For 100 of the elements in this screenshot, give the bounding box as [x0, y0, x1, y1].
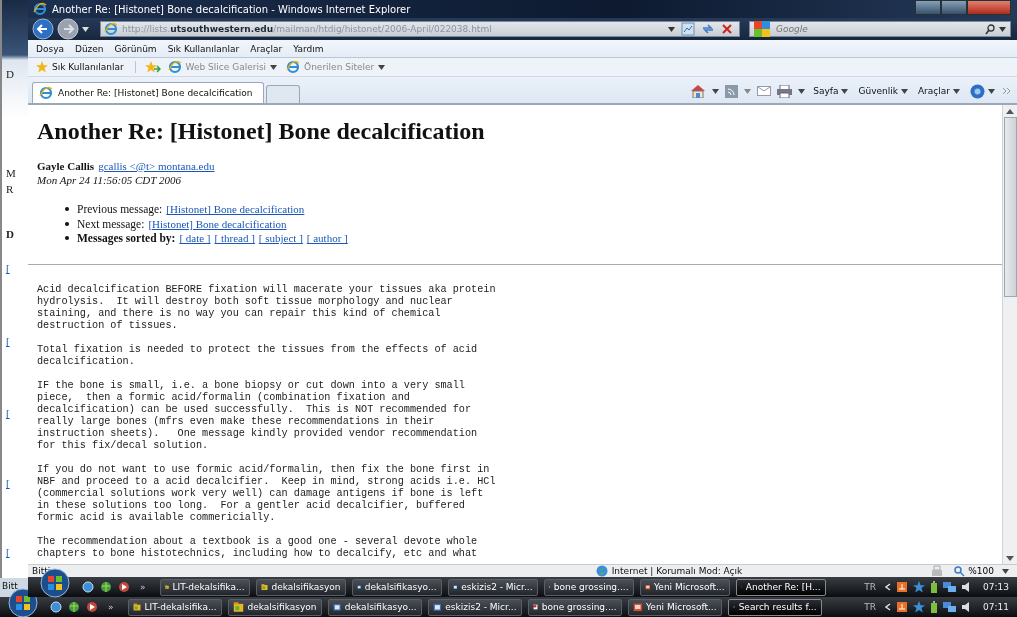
security-zone[interactable]: Internet | Korumalı Mod: Açık: [595, 565, 743, 577]
taskbar-button[interactable]: Yeni Microsoft...: [627, 598, 722, 616]
zoom-button[interactable]: %100: [954, 565, 994, 577]
menu-item[interactable]: Dosya: [36, 43, 64, 54]
dropdown-arrow-icon[interactable]: [1002, 568, 1009, 574]
scrollbar[interactable]: [1002, 105, 1017, 564]
menu-item[interactable]: Araçlar: [250, 43, 283, 54]
forward-button[interactable]: [57, 18, 79, 40]
browser-tab[interactable]: Another Re: [Histonet] Bone decalcification: [32, 82, 264, 103]
stop-icon[interactable]: [721, 23, 733, 35]
clock[interactable]: 07:11: [983, 602, 1009, 612]
desktop-icon[interactable]: [50, 601, 62, 613]
language-indicator[interactable]: TR: [864, 602, 877, 612]
clock[interactable]: 07:13: [983, 582, 1009, 592]
help-button[interactable]: [968, 83, 997, 99]
back-button[interactable]: [32, 18, 54, 40]
folder-icon: [232, 600, 244, 614]
chevron-left-icon[interactable]: [885, 583, 892, 591]
globe-icon[interactable]: [100, 581, 112, 593]
printer-icon[interactable]: [777, 84, 793, 98]
star-icon[interactable]: [913, 601, 926, 613]
overflow-chevron[interactable]: »: [108, 602, 114, 612]
taskbar-button[interactable]: dekalsifikasyo...: [351, 578, 442, 596]
taskbar-button[interactable]: dekalsifikasyon: [227, 598, 322, 616]
dropdown-arrow-icon[interactable]: [82, 26, 89, 32]
link[interactable]: [: [6, 262, 10, 274]
refresh-icon[interactable]: [701, 22, 715, 36]
dropdown-arrow-icon[interactable]: [668, 26, 675, 32]
globe-icon[interactable]: [68, 601, 80, 613]
battery-icon[interactable]: [930, 581, 939, 593]
dropdown-arrow-icon[interactable]: [712, 88, 720, 94]
link[interactable]: [: [6, 546, 10, 558]
home-icon[interactable]: [690, 84, 707, 98]
media-player-icon[interactable]: [118, 581, 130, 593]
desktop-icon[interactable]: [82, 581, 94, 593]
taskbar-button[interactable]: LIT-dekalsifika...: [127, 598, 222, 616]
command-menu-button[interactable]: Araçlar: [915, 86, 962, 96]
compatibility-view-icon[interactable]: [681, 22, 695, 36]
battery-icon[interactable]: [930, 601, 939, 613]
menu-item[interactable]: Yardım: [293, 43, 324, 54]
email-link[interactable]: gcallis <@t> montana.edu: [98, 160, 215, 173]
chevron-left-icon[interactable]: [885, 603, 892, 611]
language-indicator[interactable]: TR: [864, 582, 877, 592]
scroll-down-icon[interactable]: [1006, 556, 1014, 561]
menu-item[interactable]: Sık Kullanılanlar: [167, 43, 240, 54]
minimize-button[interactable]: [915, 0, 941, 15]
network-icon[interactable]: [943, 581, 958, 593]
media-player-icon[interactable]: [86, 601, 98, 613]
message-link[interactable]: [Histonet] Bone decalcification: [166, 202, 305, 217]
message-link[interactable]: [ date ]: [179, 231, 211, 246]
link[interactable]: [: [6, 407, 10, 419]
nav-label: Messages sorted by:: [77, 231, 176, 246]
link[interactable]: [: [6, 477, 10, 489]
message-date: Mon Apr 24 11:56:05 CDT 2006: [37, 173, 182, 187]
menu-item[interactable]: Görünüm: [114, 43, 157, 54]
menu-item[interactable]: Düzen: [74, 43, 104, 54]
command-menu-button[interactable]: Güvenlik: [856, 86, 910, 96]
dropdown-arrow-icon[interactable]: [798, 88, 806, 94]
network-icon[interactable]: [943, 601, 958, 613]
scroll-up-icon[interactable]: [1006, 109, 1014, 114]
taskbar-button[interactable]: bone grossing....: [543, 578, 634, 596]
scroll-thumb[interactable]: [1003, 117, 1017, 297]
message-link[interactable]: [ author ]: [306, 231, 348, 246]
overflow-chevron[interactable]: »: [140, 582, 146, 592]
mail-icon[interactable]: [757, 86, 772, 96]
tray-app-icon[interactable]: [896, 581, 909, 593]
dropdown-arrow-icon[interactable]: [999, 26, 1006, 32]
taskbar-button[interactable]: Another Re: [H...: [735, 578, 826, 596]
taskbar-button[interactable]: Search results f...: [727, 598, 822, 616]
tray-app-icon[interactable]: [896, 601, 909, 613]
link[interactable]: [: [6, 335, 10, 347]
star-icon[interactable]: [913, 581, 926, 593]
message-paragraph: Acid decalcification BEFORE fixation will macerate your tissues aka protein hydrolysis. It will destroy both soft tissue morphology and nuclear staining, and there is no way you can repair this kind of chemical destruction of tissues.: [37, 283, 497, 332]
search-field[interactable]: Google: [749, 21, 1011, 37]
search-icon[interactable]: [985, 23, 995, 35]
speaker-icon[interactable]: [962, 601, 971, 613]
taskbar-button[interactable]: bone grossing....: [527, 598, 622, 616]
speaker-icon[interactable]: [962, 581, 971, 593]
dropdown-arrow-icon: [953, 88, 960, 94]
bullet-icon: [65, 221, 69, 226]
command-menu-button[interactable]: Sayfa: [811, 86, 851, 96]
taskbar-button[interactable]: LIT-dekalsifika...: [159, 578, 250, 596]
taskbar-button[interactable]: dekalsifikasyon: [255, 578, 346, 596]
message-link[interactable]: [ subject ]: [258, 231, 303, 246]
message-link[interactable]: [Histonet] Bone decalcification: [148, 216, 287, 231]
taskbar-button[interactable]: eskizis2 - Micr...: [427, 598, 522, 616]
message-link[interactable]: [ thread ]: [214, 231, 255, 246]
text: M: [6, 167, 16, 179]
maximize-button[interactable]: [941, 0, 967, 15]
address-field[interactable]: http://lists.utsouthwestern.edu/mailman/htdig/histonet/2006-April/022038.html: [100, 21, 740, 37]
favorites-button[interactable]: Sık Kullanılanlar: [34, 61, 126, 73]
close-button[interactable]: [967, 0, 1011, 15]
taskbar-button[interactable]: Yeni Microsoft...: [639, 578, 730, 596]
taskbar-button[interactable]: eskizis2 - Micr...: [447, 578, 538, 596]
add-favorite-icon[interactable]: [144, 61, 161, 73]
dropdown-arrow-icon: [900, 88, 908, 94]
message-paragraph: IF the bone is small, i.e. a bone biopsy or cut down into a very small piece, then a formic acid/formalin (combination fixation and decalcification) can be used successfully. This is NOT recommended for really large bones (mfrs even make these recommendations in their instruction sheets). One message kindly provided vendor recommendation for this fix/decal solution.: [37, 379, 479, 452]
search-input[interactable]: Google: [774, 23, 981, 35]
star-icon: [36, 61, 48, 73]
taskbar-button[interactable]: dekalsifikasyo...: [327, 598, 422, 616]
